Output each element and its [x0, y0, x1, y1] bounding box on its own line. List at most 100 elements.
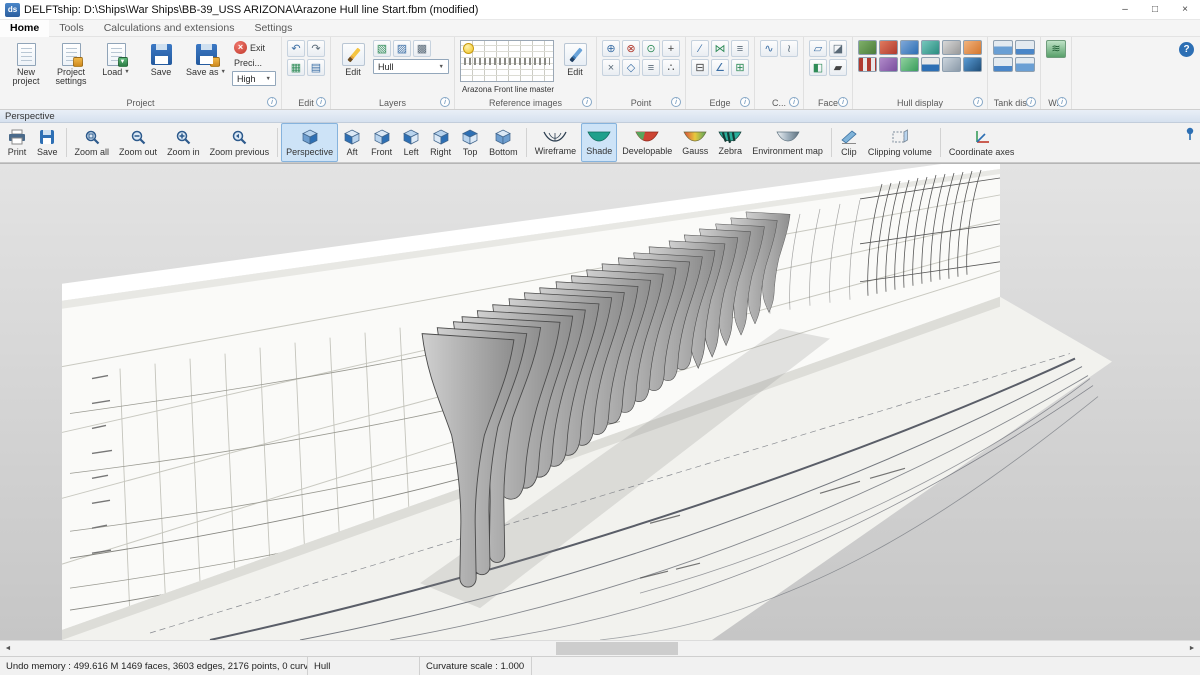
- copy-table-button[interactable]: ▦: [287, 59, 305, 76]
- info-icon[interactable]: i: [440, 97, 450, 107]
- hull-display-curvature-button[interactable]: [879, 40, 898, 55]
- horizontal-scrollbar[interactable]: ◄ ►: [0, 640, 1200, 656]
- info-icon[interactable]: i: [838, 97, 848, 107]
- info-icon[interactable]: i: [973, 97, 983, 107]
- view-left-button[interactable]: Left: [397, 123, 425, 162]
- face-new-button[interactable]: ▱: [809, 40, 827, 57]
- hull-display-waterlines-button[interactable]: [942, 40, 961, 55]
- view-right-button[interactable]: Right: [425, 123, 456, 162]
- face-mirror-button[interactable]: ◧: [809, 59, 827, 76]
- zoom-all-button[interactable]: Zoom all: [70, 123, 115, 162]
- scroll-right-arrow[interactable]: ►: [1184, 641, 1200, 657]
- curve-fair-button[interactable]: ≀: [780, 40, 798, 57]
- hull-display-both-sides-button[interactable]: [963, 57, 982, 72]
- close-button[interactable]: ×: [1170, 0, 1200, 19]
- face-delete-button[interactable]: ▰: [829, 59, 847, 76]
- active-layer-dropdown[interactable]: Hull ▼: [373, 59, 449, 74]
- minimize-button[interactable]: –: [1110, 0, 1140, 19]
- hull-display-markers-button[interactable]: [900, 57, 919, 72]
- tab-settings[interactable]: Settings: [244, 20, 302, 37]
- edit-layers-button[interactable]: Edit: [336, 40, 370, 78]
- reference-image-thumbnail[interactable]: [460, 40, 554, 82]
- viewport[interactable]: [0, 163, 1200, 640]
- edge-insert-button[interactable]: ⊞: [731, 59, 749, 76]
- render-shade-button[interactable]: Shade: [581, 123, 617, 162]
- view-top-button[interactable]: Top: [456, 123, 484, 162]
- edge-split-button[interactable]: ∕: [691, 40, 709, 57]
- point-align-button[interactable]: ≡: [642, 59, 660, 76]
- render-developable-button[interactable]: Developable: [617, 123, 677, 162]
- render-zebra-button[interactable]: Zebra: [713, 123, 747, 162]
- hull-display-flowlines-button[interactable]: [942, 57, 961, 72]
- scroll-left-arrow[interactable]: ◄: [0, 641, 16, 657]
- pin-toolbar-button[interactable]: [1184, 127, 1196, 144]
- render-environment-map-button[interactable]: Environment map: [747, 123, 828, 162]
- view-front-button[interactable]: Front: [366, 123, 397, 162]
- clipping-volume-button[interactable]: Clipping volume: [863, 123, 937, 162]
- info-icon[interactable]: i: [789, 97, 799, 107]
- info-icon[interactable]: i: [316, 97, 326, 107]
- coordinate-axes-button[interactable]: Coordinate axes: [944, 123, 1020, 162]
- point-add-button[interactable]: +: [662, 40, 680, 57]
- point-corner-button[interactable]: ◇: [622, 59, 640, 76]
- info-icon[interactable]: i: [671, 97, 681, 107]
- hull-display-grid-button[interactable]: [858, 57, 877, 72]
- edit-reference-images-button[interactable]: Edit: [559, 40, 591, 78]
- hull-display-normals-button[interactable]: [879, 57, 898, 72]
- point-collapse-button[interactable]: ⊕: [602, 40, 620, 57]
- edge-crease-button[interactable]: ≡: [731, 40, 749, 57]
- precision-dropdown[interactable]: High ▼: [232, 71, 276, 86]
- info-icon[interactable]: i: [582, 97, 592, 107]
- layer-color-button[interactable]: ▧: [373, 40, 391, 57]
- info-icon[interactable]: i: [740, 97, 750, 107]
- tab-tools[interactable]: Tools: [49, 20, 94, 37]
- render-wireframe-button[interactable]: Wireframe: [530, 123, 582, 162]
- point-intersect-button[interactable]: ×: [602, 59, 620, 76]
- tab-home[interactable]: Home: [0, 20, 49, 37]
- hull-display-buttocks-button[interactable]: [921, 40, 940, 55]
- hull-display-stations-button[interactable]: [900, 40, 919, 55]
- face-invert-button[interactable]: ◪: [829, 40, 847, 57]
- scrollbar-thumb[interactable]: [556, 642, 678, 655]
- point-remove-button[interactable]: ⊗: [622, 40, 640, 57]
- info-icon[interactable]: i: [1057, 97, 1067, 107]
- tank-display-button-1[interactable]: [993, 40, 1013, 55]
- clip-button[interactable]: Clip: [835, 123, 863, 162]
- curve-add-button[interactable]: ∿: [760, 40, 778, 57]
- help-button[interactable]: ?: [1179, 42, 1194, 57]
- load-button[interactable]: ▼ Load▼: [95, 40, 137, 78]
- tank-display-button-3[interactable]: [993, 57, 1013, 72]
- print-button[interactable]: Print: [2, 123, 32, 162]
- undo-button[interactable]: ↶: [287, 40, 305, 57]
- viewport-3d-scene[interactable]: [0, 164, 1200, 640]
- project-settings-button[interactable]: Project settings: [50, 40, 92, 88]
- maximize-button[interactable]: □: [1140, 0, 1170, 19]
- save-as-button[interactable]: Save as▼: [185, 40, 227, 78]
- zoom-in-button[interactable]: Zoom in: [162, 123, 205, 162]
- save-button[interactable]: Save: [140, 40, 182, 78]
- waves-button[interactable]: ≋: [1046, 40, 1066, 58]
- point-project-button[interactable]: ∴: [662, 59, 680, 76]
- auto-group-layer-button[interactable]: ▨: [393, 40, 411, 57]
- edge-collapse-button[interactable]: ⋈: [711, 40, 729, 57]
- hull-display-control-net-button[interactable]: [858, 40, 877, 55]
- new-project-button[interactable]: New project: [5, 40, 47, 88]
- edge-angle-button[interactable]: ∠: [711, 59, 729, 76]
- paste-table-button[interactable]: ▤: [307, 59, 325, 76]
- point-insert-button[interactable]: ⊙: [642, 40, 660, 57]
- layer-properties-button[interactable]: ▩: [413, 40, 431, 57]
- view-aft-button[interactable]: Aft: [338, 123, 366, 162]
- tank-display-button-4[interactable]: [1015, 57, 1035, 72]
- hull-display-diagonals-button[interactable]: [963, 40, 982, 55]
- zoom-out-button[interactable]: Zoom out: [114, 123, 162, 162]
- render-gauss-button[interactable]: Gauss: [677, 123, 713, 162]
- hull-display-hydrostatics-button[interactable]: [921, 57, 940, 72]
- redo-button[interactable]: ↷: [307, 40, 325, 57]
- exit-button[interactable]: × Exit: [232, 40, 276, 55]
- scrollbar-track[interactable]: [16, 641, 1184, 656]
- info-icon[interactable]: i: [267, 97, 277, 107]
- tab-calculations-extensions[interactable]: Calculations and extensions: [94, 20, 245, 37]
- zoom-previous-button[interactable]: Zoom previous: [205, 123, 275, 162]
- view-perspective-button[interactable]: Perspective: [281, 123, 338, 162]
- tank-display-button-2[interactable]: [1015, 40, 1035, 55]
